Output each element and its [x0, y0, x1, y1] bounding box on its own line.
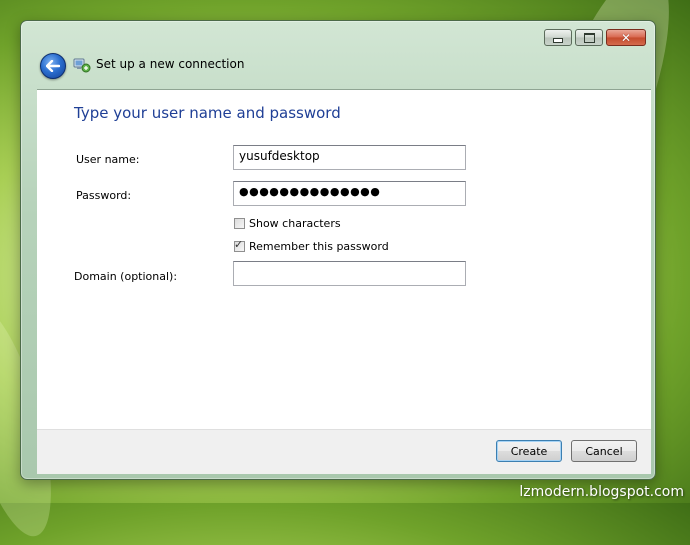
maximize-icon: [583, 32, 595, 43]
password-label: Password:: [76, 189, 132, 202]
caption-buttons: ✕: [541, 29, 646, 46]
remember-password-checkbox[interactable]: ✓: [234, 238, 245, 252]
minimize-button[interactable]: [544, 29, 572, 46]
connection-wizard-window: ✕ Set up a new connection Type your user…: [20, 20, 656, 480]
username-label: User name:: [76, 153, 140, 166]
show-characters-checkbox[interactable]: [234, 218, 245, 229]
back-arrow-icon: [46, 60, 60, 72]
domain-label: Domain (optional):: [74, 270, 178, 283]
blog-watermark: lzmodern.blogspot.com: [519, 484, 684, 500]
username-input[interactable]: yusufdesktop: [233, 145, 466, 170]
cancel-button[interactable]: Cancel: [571, 440, 637, 462]
remember-password-option[interactable]: ✓ Remember this password: [234, 238, 389, 253]
wizard-footer: Create Cancel: [37, 429, 651, 474]
domain-input[interactable]: [233, 261, 466, 286]
checkmark-icon: ✓: [234, 238, 244, 251]
page-heading: Type your user name and password: [74, 104, 341, 122]
show-characters-option[interactable]: Show characters: [234, 217, 341, 230]
close-icon: ✕: [620, 30, 632, 45]
network-connection-icon: [73, 58, 91, 73]
back-button[interactable]: [40, 53, 66, 79]
close-button[interactable]: ✕: [606, 29, 646, 46]
wizard-title: Set up a new connection: [96, 57, 245, 71]
maximize-button[interactable]: [575, 29, 603, 46]
minimize-icon: [553, 37, 563, 43]
wizard-content: Type your user name and password User na…: [37, 89, 651, 430]
password-input[interactable]: ●●●●●●●●●●●●●●: [233, 181, 466, 206]
show-characters-label: Show characters: [249, 217, 341, 230]
remember-password-label: Remember this password: [249, 240, 389, 253]
create-button[interactable]: Create: [496, 440, 562, 462]
